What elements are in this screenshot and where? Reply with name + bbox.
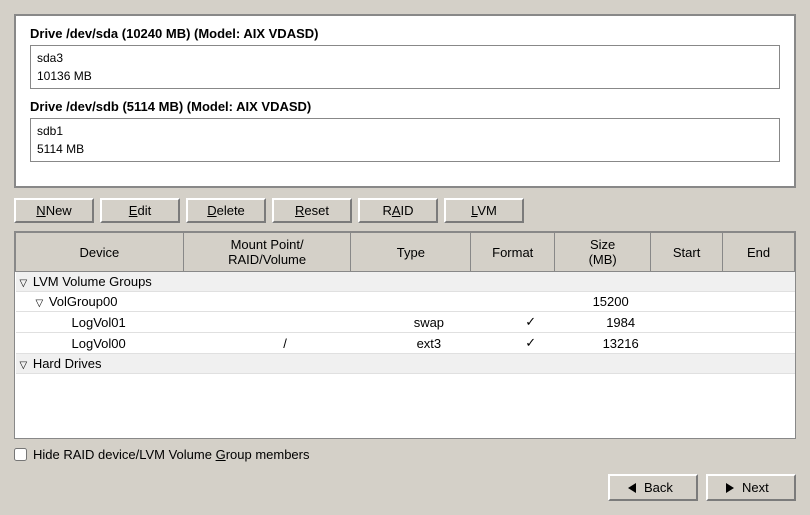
drive2-title: Drive /dev/sdb (5114 MB) (Model: AIX VDA…	[30, 99, 780, 114]
col-type-header: Type	[351, 233, 471, 272]
col-end-header: End	[723, 233, 795, 272]
table-row[interactable]: ▽ VolGroup00 15200	[16, 292, 795, 312]
back-label: Back	[644, 480, 673, 495]
hide-raid-label[interactable]: Hide RAID device/LVM Volume Group member…	[33, 447, 310, 462]
logvol00-mount: /	[183, 333, 351, 354]
hide-raid-row: Hide RAID device/LVM Volume Group member…	[14, 445, 796, 464]
drive2-info: sdb1 5114 MB	[30, 118, 780, 162]
partition-table-container: Device Mount Point/RAID/Volume Type Form…	[14, 231, 796, 439]
lvm-button[interactable]: LVM	[444, 198, 524, 223]
group-harddrives-label: ▽ Hard Drives	[16, 354, 795, 374]
expand-volgroup-icon: ▽	[36, 298, 44, 309]
logvol01-end	[723, 312, 795, 333]
logvol01-format: ✓	[471, 312, 555, 333]
logvol01-start	[651, 312, 723, 333]
logvol01-type: swap	[351, 312, 471, 333]
expand-harddrives-icon: ▽	[20, 360, 28, 371]
logvol01-device: LogVol01	[16, 312, 184, 333]
drive1-info: sda3 10136 MB	[30, 45, 780, 89]
back-button[interactable]: Back	[608, 474, 698, 501]
new-button[interactable]: NNew	[14, 198, 94, 223]
table-row[interactable]: LogVol01 swap ✓ 1984	[16, 312, 795, 333]
subgroup-volgroup-label: ▽ VolGroup00	[16, 292, 471, 312]
table-row[interactable]: ▽ LVM Volume Groups	[16, 272, 795, 292]
next-button[interactable]: Next	[706, 474, 796, 501]
group-lvm-label: ▽ LVM Volume Groups	[16, 272, 795, 292]
col-mount-header: Mount Point/RAID/Volume	[183, 233, 351, 272]
drive1-title: Drive /dev/sda (10240 MB) (Model: AIX VD…	[30, 26, 780, 41]
drive2-line2: 5114 MB	[37, 140, 773, 158]
drive2-line1: sdb1	[37, 122, 773, 140]
partition-table: Device Mount Point/RAID/Volume Type Form…	[15, 232, 795, 374]
table-row[interactable]: ▽ Hard Drives	[16, 354, 795, 374]
col-device-header: Device	[16, 233, 184, 272]
back-icon	[628, 483, 636, 493]
logvol01-mount	[183, 312, 351, 333]
hide-raid-checkbox[interactable]	[14, 448, 27, 461]
logvol00-device: LogVol00	[16, 333, 184, 354]
logvol01-size: 1984	[555, 312, 651, 333]
logvol00-end	[723, 333, 795, 354]
toolbar: NNew Edit Delete Reset RAID LVM	[14, 198, 796, 223]
edit-button[interactable]: Edit	[100, 198, 180, 223]
drive1-line1: sda3	[37, 49, 773, 67]
logvol00-start	[651, 333, 723, 354]
table-scroll[interactable]: Device Mount Point/RAID/Volume Type Form…	[15, 232, 795, 438]
next-icon	[726, 483, 734, 493]
logvol00-format: ✓	[471, 333, 555, 354]
col-start-header: Start	[651, 233, 723, 272]
volgroup-size: 15200	[555, 292, 651, 312]
raid-button[interactable]: RAID	[358, 198, 438, 223]
col-format-header: Format	[471, 233, 555, 272]
bottom-bar: Back Next	[14, 474, 796, 501]
next-label: Next	[742, 480, 769, 495]
logvol00-size: 13216	[555, 333, 651, 354]
delete-button[interactable]: Delete	[186, 198, 266, 223]
expand-lvm-icon: ▽	[20, 278, 28, 289]
drive-panel: Drive /dev/sda (10240 MB) (Model: AIX VD…	[14, 14, 796, 188]
table-row[interactable]: LogVol00 / ext3 ✓ 13216	[16, 333, 795, 354]
col-size-header: Size(MB)	[555, 233, 651, 272]
reset-button[interactable]: Reset	[272, 198, 352, 223]
logvol00-type: ext3	[351, 333, 471, 354]
drive1-line2: 10136 MB	[37, 67, 773, 85]
